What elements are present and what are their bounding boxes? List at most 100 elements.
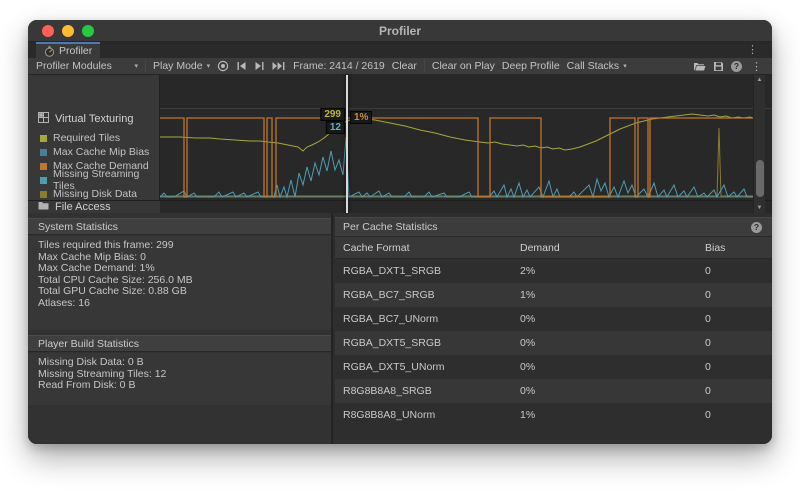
toolbar: Profiler Modules ▾ Play Mode ▾ Frame: 24…: [28, 58, 772, 75]
column-cache-format[interactable]: Cache Format: [343, 237, 410, 259]
cache-format-cell: RGBA_DXT5_UNorm: [343, 355, 445, 379]
titlebar[interactable]: Profiler: [28, 20, 772, 42]
table-row[interactable]: RGBA_BC7_SRGB1%0: [335, 283, 772, 307]
window-title: Profiler: [28, 20, 772, 41]
series-max-cache-demand: [160, 118, 753, 197]
series-required-tiles: [160, 114, 753, 151]
next-frame-button[interactable]: [254, 61, 265, 71]
scrollbar-thumb[interactable]: [756, 160, 764, 197]
toolbar-separator: [424, 60, 425, 72]
table-row[interactable]: RGBA_DXT5_UNorm 0% 0: [335, 355, 772, 379]
column-bias[interactable]: Bias: [705, 237, 725, 259]
scroll-up-icon[interactable]: ▲: [754, 77, 765, 83]
demand-cell: 0%: [520, 307, 535, 331]
clear-on-play-toggle[interactable]: Clear on Play: [432, 59, 495, 74]
profiler-gauge-icon: [44, 46, 55, 57]
table-row[interactable]: R8G8B8A8_UNorm 1% 0: [335, 403, 772, 427]
folder-icon: [38, 201, 49, 213]
player-build-statistics-header: Player Build Statistics: [28, 335, 331, 352]
frame-counter: Frame: 2414 / 2619: [293, 60, 385, 72]
demand-cell: 0%: [520, 379, 535, 403]
stat-line: Missing Disk Data: 0 B: [38, 357, 331, 369]
call-stacks-dropdown[interactable]: Call Stacks ▾: [567, 59, 627, 74]
cache-format-cell: RGBA_BC7_SRGB: [343, 283, 435, 307]
table-row[interactable]: RGBA_DXT1_SRGB2%0: [335, 259, 772, 283]
tab-profiler[interactable]: Profiler: [36, 42, 100, 58]
system-statistics-header: System Statistics: [28, 218, 331, 235]
chevron-down-icon: ▾: [623, 62, 627, 70]
bias-cell: 0: [705, 403, 711, 427]
traffic-lights: [42, 25, 94, 37]
fullscreen-button[interactable]: [82, 25, 94, 37]
close-button[interactable]: [42, 25, 54, 37]
table-row[interactable]: R8G8B8A8_SRGB 0% 0: [335, 379, 772, 403]
chevron-down-icon: ▾: [134, 62, 138, 70]
bias-cell: 0: [705, 379, 711, 403]
profiler-modules-dropdown[interactable]: Profiler Modules ▾: [36, 59, 138, 74]
profiler-window: Profiler Profiler ⋮ Profiler Modules ▾ P…: [28, 20, 772, 444]
demand-cell: 1%: [520, 283, 535, 307]
module-sidebar: Virtual Texturing Required TilesMax Cach…: [28, 75, 160, 213]
demand-cell: 0%: [520, 355, 535, 379]
column-demand[interactable]: Demand: [520, 237, 560, 259]
save-profile-icon[interactable]: [713, 61, 724, 72]
per-cache-statistics-header: Per Cache Statistics ?: [335, 217, 772, 237]
bias-cell: 0: [705, 259, 711, 283]
player-build-statistics-body: Missing Disk Data: 0 BMissing Streaming …: [28, 353, 331, 405]
legend-item-missing-streaming-tiles[interactable]: Missing Streaming Tiles: [40, 173, 159, 187]
statistics-column: System Statistics Tiles required this fr…: [28, 213, 333, 444]
deep-profile-label: Deep Profile: [502, 60, 560, 72]
cache-format-cell: R8G8B8A8_SRGB: [343, 379, 432, 403]
details-pane: System Statistics Tiles required this fr…: [28, 213, 772, 444]
demand-cell: 1%: [520, 403, 535, 427]
virtual-texturing-chart[interactable]: [160, 75, 753, 213]
minimize-button[interactable]: [62, 25, 74, 37]
series-missing-streaming-tiles: [160, 137, 753, 197]
playhead-line[interactable]: [346, 75, 348, 213]
playhead-demand-label: 1%: [350, 111, 372, 124]
call-stacks-label: Call Stacks: [567, 60, 620, 72]
cache-format-cell: RGBA_BC7_UNorm: [343, 307, 438, 331]
table-row[interactable]: RGBA_BC7_UNorm0%0: [335, 307, 772, 331]
scroll-down-icon[interactable]: ▼: [754, 205, 765, 211]
deep-profile-toggle[interactable]: Deep Profile: [502, 59, 560, 74]
legend-item-max-cache-mip-bias[interactable]: Max Cache Mip Bias: [40, 145, 159, 159]
table-header-row: Cache Format Demand Bias: [335, 237, 772, 259]
help-icon[interactable]: ?: [731, 61, 742, 72]
chevron-down-icon: ▾: [207, 62, 211, 70]
table-row[interactable]: RGBA_DXT5_SRGB0%0: [335, 331, 772, 355]
clear-button[interactable]: Clear: [392, 59, 417, 74]
clear-label: Clear: [392, 60, 417, 72]
chart-legend: Required TilesMax Cache Mip BiasMax Cach…: [40, 131, 159, 201]
play-mode-dropdown[interactable]: Play Mode ▾: [153, 59, 210, 74]
load-profile-icon[interactable]: [693, 61, 706, 72]
toolbar-separator: [145, 60, 146, 72]
module-chart-area[interactable]: Virtual Texturing Required TilesMax Cach…: [28, 75, 772, 213]
cache-format-cell: RGBA_DXT1_SRGB: [343, 259, 441, 283]
current-frame-button[interactable]: [272, 61, 286, 71]
bias-cell: 0: [705, 355, 711, 379]
tab-label: Profiler: [59, 45, 92, 57]
legend-label: Max Cache Mip Bias: [53, 146, 149, 158]
module-file-access[interactable]: File Access: [28, 201, 160, 213]
virtual-texturing-icon: [38, 112, 49, 126]
profiler-modules-label: Profiler Modules: [36, 60, 112, 72]
help-icon[interactable]: ?: [751, 222, 762, 233]
play-mode-label: Play Mode: [153, 60, 203, 72]
tab-menu-icon[interactable]: ⋮: [747, 43, 758, 57]
per-cache-title: Per Cache Statistics: [343, 221, 438, 233]
module-title: File Access: [55, 201, 111, 213]
record-button[interactable]: [217, 60, 229, 72]
per-cache-statistics-panel: Per Cache Statistics ? Cache Format Dema…: [335, 213, 772, 444]
toolbar-menu-icon[interactable]: ⋮: [749, 60, 764, 73]
cache-format-cell: R8G8B8A8_UNorm: [343, 403, 435, 427]
clear-on-play-label: Clear on Play: [432, 60, 495, 72]
legend-swatch: [40, 149, 47, 156]
legend-item-required-tiles[interactable]: Required Tiles: [40, 131, 159, 145]
module-virtual-texturing[interactable]: Virtual Texturing: [38, 112, 133, 126]
vertical-scrollbar[interactable]: ▲ ▼: [753, 75, 765, 213]
legend-swatch: [40, 163, 47, 170]
previous-frame-button[interactable]: [236, 61, 247, 71]
legend-swatch: [40, 135, 47, 142]
cache-format-cell: RGBA_DXT5_SRGB: [343, 331, 441, 355]
